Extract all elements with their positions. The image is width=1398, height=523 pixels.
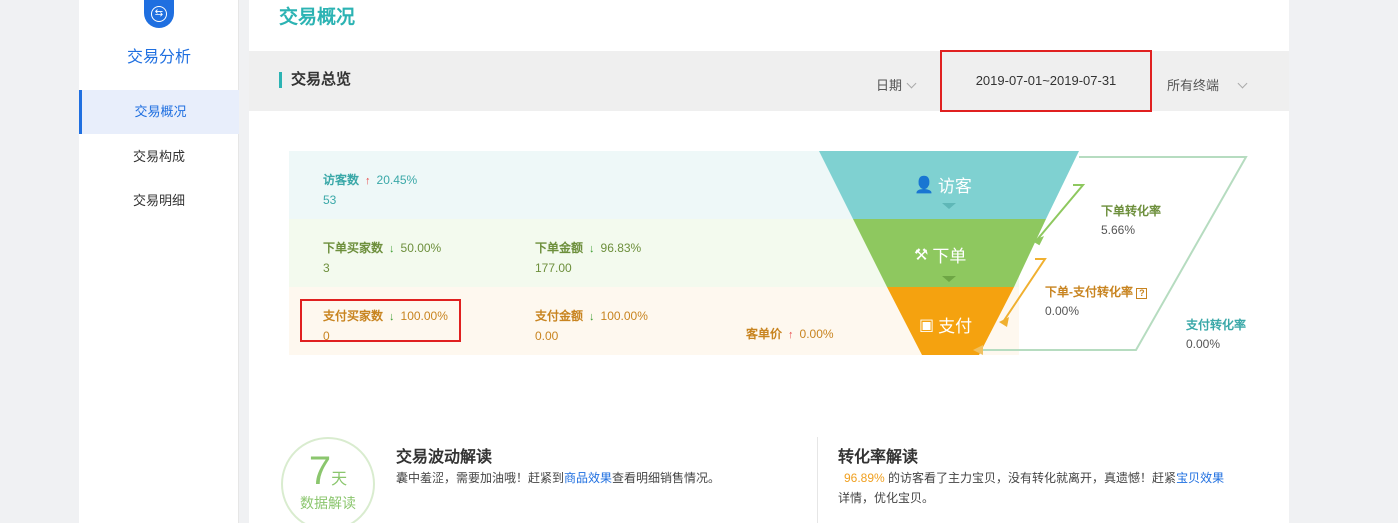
interp-text: 查看明细销售情况。	[612, 471, 721, 485]
sidebar: ⇆ 交易分析 交易概况 交易构成 交易明细	[79, 0, 239, 523]
divider	[817, 437, 818, 523]
funnel-label-visit: 👤 访客	[914, 172, 972, 197]
badge-subtitle: 数据解读	[300, 495, 356, 511]
rate-label: 下单-支付转化率	[1045, 285, 1133, 299]
wallet-icon: ▣	[919, 316, 935, 334]
pay-conversion-rate: 支付转化率 0.00%	[1186, 316, 1246, 351]
interp-pct: 96.89%	[844, 471, 885, 485]
interp-text: 详情，优化宝贝。	[838, 491, 935, 505]
sidebar-item-overview[interactable]: 交易概况	[79, 90, 239, 134]
sidebar-item-composition[interactable]: 交易构成	[79, 135, 239, 179]
interp-text: 的访客看了主力宝贝，没有转化就离开，真遗憾！赶紧	[888, 471, 1177, 485]
rate-label: 下单转化率	[1101, 204, 1162, 218]
conversion-interp-text: 96.89% 的访客看了主力宝贝，没有转化就离开，真遗憾！赶紧宝贝效果详情，优化…	[838, 468, 1258, 508]
trade-interp-text: 囊中羞涩，需要加油哦！赶紧到商品效果查看明细销售情况。	[396, 468, 720, 488]
stage-label: 下单	[932, 247, 967, 266]
trade-interp-title: 交易波动解读	[396, 449, 493, 466]
rate-value: 5.66%	[1101, 223, 1136, 237]
trade-analysis-icon: ⇆	[144, 0, 174, 28]
product-effect-link[interactable]: 商品效果	[564, 471, 612, 485]
seven-day-badge: 7天 数据解读	[281, 437, 375, 523]
main-panel: 交易概况 交易总览 日期 2019-07-01~2019-07-31 所有终端 …	[249, 0, 1289, 523]
badge-number: 7	[308, 449, 332, 493]
badge-unit: 天	[331, 471, 348, 488]
user-icon: 👤	[914, 176, 934, 194]
interp-text: 囊中羞涩，需要加油哦！赶紧到	[396, 471, 565, 485]
funnel-label-order: ⚒ 下单	[914, 242, 966, 267]
stage-label: 支付	[938, 317, 973, 336]
rate-label: 支付转化率	[1186, 318, 1247, 332]
conversion-interp-title: 转化率解读	[838, 449, 919, 466]
item-effect-link[interactable]: 宝贝效果	[1176, 471, 1224, 485]
hammer-icon: ⚒	[914, 246, 929, 264]
order-pay-conversion-rate: 下单-支付转化率 ? 0.00%	[1045, 283, 1148, 318]
sidebar-title: 交易分析	[126, 49, 191, 66]
sidebar-item-details[interactable]: 交易明细	[79, 179, 239, 223]
stage-label: 访客	[937, 177, 972, 196]
rate-value: 0.00%	[1045, 304, 1080, 318]
funnel-graphic	[819, 151, 1248, 355]
arrow-left-icon	[999, 317, 1009, 327]
rate-value: 0.00%	[1186, 337, 1221, 351]
help-icon[interactable]: ?	[1136, 288, 1148, 299]
funnel-label-pay: ▣ 支付	[919, 312, 972, 337]
order-conversion-rate: 下单转化率 5.66%	[1101, 202, 1161, 237]
